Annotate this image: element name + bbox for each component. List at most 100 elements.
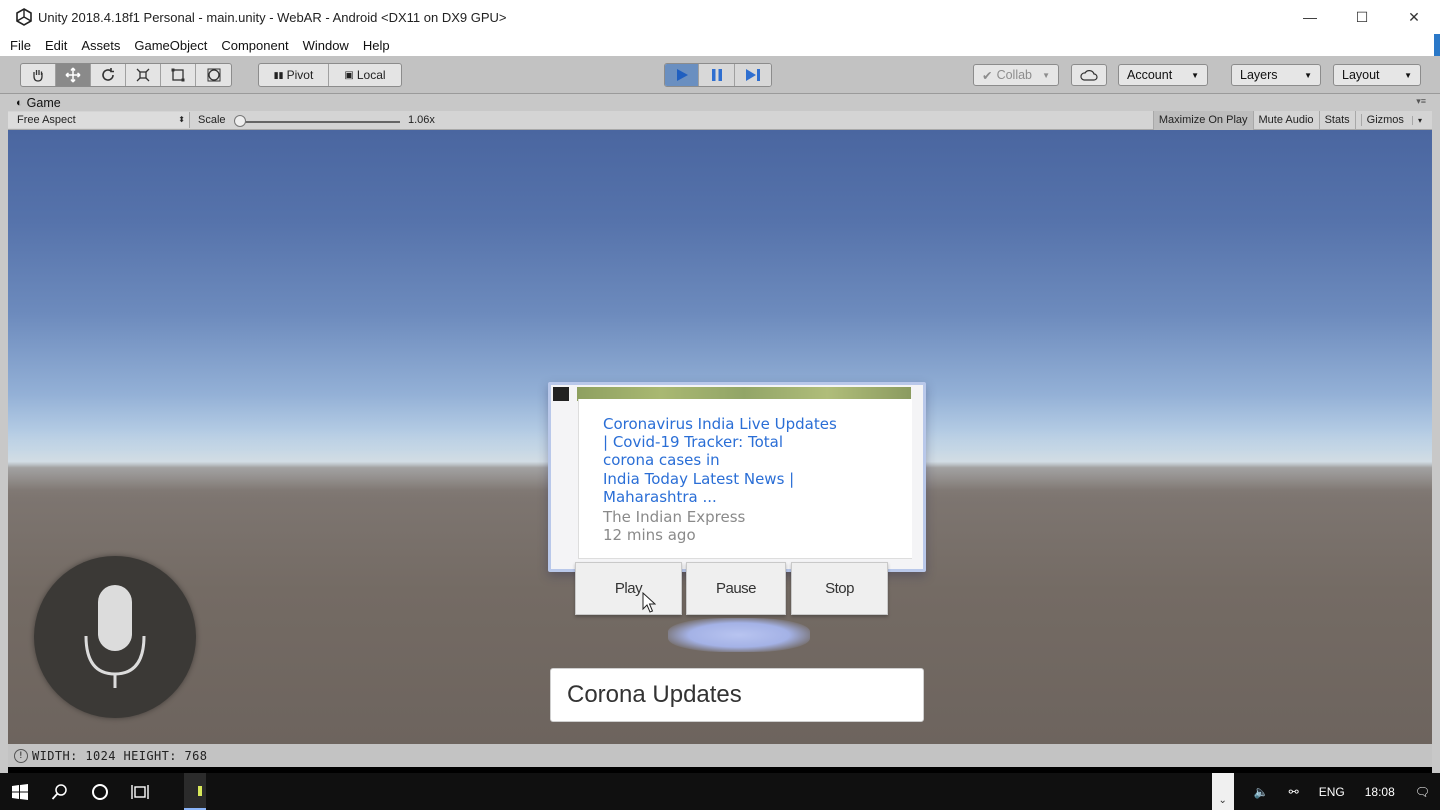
headline-line: | Covid-19 Tracker: Total (603, 433, 784, 452)
play-icon (676, 69, 688, 81)
pivot-toggle[interactable]: ▮▮ Pivot (259, 64, 329, 86)
toolbar: ▮▮ Pivot ▣ Local ✔ Collab ▼ Account ▼ Layers ▼… (0, 56, 1440, 94)
aspect-dropdown[interactable]: Free Aspect ⬍ (8, 112, 190, 128)
game-viewport[interactable]: Coronavirus India Live Updates | Covid-1… (8, 130, 1432, 744)
window-frame-left (0, 94, 8, 774)
search-icon[interactable] (40, 773, 80, 810)
status-bar: ! WIDTH: 1024 HEIGHT: 768 (8, 744, 1432, 767)
game-view-icon: ◐ (16, 96, 23, 109)
menu-assets[interactable]: Assets (79, 38, 122, 53)
info-icon: ! (14, 748, 28, 763)
gizmos-dropdown[interactable]: Gizmos ▾ (1354, 111, 1432, 130)
move-tool-icon[interactable] (56, 64, 91, 86)
account-dropdown[interactable]: Account ▼ (1118, 64, 1208, 86)
menu-bar: File Edit Assets GameObject Component Wi… (0, 34, 1440, 56)
tray-overflow-icon[interactable]: ⌄ (1211, 773, 1234, 810)
headline-line: Coronavirus India Live Updates (603, 415, 837, 433)
play-button[interactable] (665, 64, 699, 86)
topic-label: Corona Updates (550, 668, 924, 722)
cube-icon: ▣ (344, 69, 354, 81)
window-title: Unity 2018.4.18f1 Personal - main.unity … (38, 9, 507, 25)
app-icon (198, 786, 202, 796)
cortana-icon[interactable] (80, 773, 120, 810)
headline-line: India Today Latest News | (603, 469, 795, 488)
window-frame-right (1432, 94, 1440, 774)
windows-start-icon[interactable] (0, 773, 40, 810)
maximize-button[interactable]: ☐ (1336, 0, 1388, 34)
chevron-updown-icon: ⬍ (178, 115, 185, 124)
local-label: Local (356, 68, 386, 82)
chevron-down-icon: ▼ (1304, 70, 1312, 80)
menu-edit[interactable]: Edit (43, 38, 69, 53)
maximize-on-play-toggle[interactable]: Maximize On Play (1152, 111, 1253, 130)
system-tray: ⌄ 🔈 ⚯ ENG 18:08 🗨 (1211, 773, 1440, 810)
scale-tool-icon[interactable] (126, 64, 161, 86)
headline-line: corona cases in (603, 451, 720, 470)
cloud-icon (1080, 70, 1098, 81)
language-indicator[interactable]: ENG (1319, 785, 1345, 799)
layers-dropdown[interactable]: Layers ▼ (1231, 64, 1321, 86)
collab-dropdown[interactable]: ✔ Collab ▼ (973, 64, 1059, 86)
rect-tool-icon[interactable] (161, 64, 196, 86)
scale-slider-track[interactable] (240, 121, 400, 123)
local-toggle[interactable]: ▣ Local (329, 64, 401, 86)
taskbar-unity-app[interactable] (184, 773, 206, 810)
menu-help[interactable]: Help (361, 38, 392, 53)
pivot-icon: ▮▮ (273, 69, 284, 80)
layout-dropdown[interactable]: Layout ▼ (1333, 64, 1421, 86)
pause-button[interactable] (699, 64, 735, 86)
pivot-local-group: ▮▮ Pivot ▣ Local (258, 63, 402, 87)
clock[interactable]: 18:08 (1365, 785, 1395, 799)
network-icon[interactable]: ⚯ (1289, 785, 1299, 799)
game-tab[interactable]: ◐ Game ▾≡ (8, 94, 1432, 111)
microphone-icon (84, 585, 146, 688)
mouse-cursor-icon (642, 592, 656, 613)
news-panel: Coronavirus India Live Updates | Covid-1… (548, 382, 926, 572)
layers-label: Layers (1240, 68, 1278, 82)
resolution-text: WIDTH: 1024 HEIGHT: 768 (32, 748, 208, 763)
microphone-button[interactable] (34, 556, 196, 718)
step-icon (746, 69, 760, 81)
layout-label: Layout (1342, 68, 1380, 82)
notifications-icon[interactable]: 🗨 (1415, 785, 1430, 799)
chevron-down-icon: ▾ (1411, 116, 1427, 125)
scale-label: Scale (198, 114, 226, 126)
collab-label: Collab (996, 68, 1032, 82)
playback-controls (664, 63, 772, 87)
stop-media-button[interactable]: Stop (791, 562, 888, 615)
cloud-button[interactable] (1071, 64, 1107, 86)
ar-pedestal (668, 618, 810, 652)
news-headline[interactable]: Coronavirus India Live Updates | Covid-1… (603, 415, 893, 506)
check-icon: ✔ (982, 68, 993, 83)
transform-tool-icon[interactable] (196, 64, 231, 86)
scale-slider-handle[interactable] (234, 115, 246, 127)
volume-icon[interactable]: 🔈 (1254, 785, 1269, 799)
chevron-down-icon: ▼ (1042, 70, 1050, 80)
close-button[interactable]: ✕ (1388, 0, 1440, 34)
mute-audio-toggle[interactable]: Mute Audio (1252, 111, 1319, 130)
chevron-down-icon: ▼ (1191, 70, 1199, 80)
aspect-label: Free Aspect (17, 114, 76, 126)
pivot-label: Pivot (286, 68, 314, 82)
game-tab-label: Game (26, 95, 61, 110)
play-media-button[interactable]: Play (575, 562, 682, 615)
hand-tool-icon[interactable] (21, 64, 56, 86)
stats-toggle[interactable]: Stats (1318, 111, 1355, 130)
unity-logo-icon (14, 7, 34, 27)
menu-file[interactable]: File (8, 38, 33, 53)
pause-media-button[interactable]: Pause (686, 562, 786, 615)
minimize-button[interactable]: — (1284, 0, 1336, 34)
menu-component[interactable]: Component (219, 38, 290, 53)
gizmos-label: Gizmos (1360, 114, 1409, 126)
window-titlebar: Unity 2018.4.18f1 Personal - main.unity … (0, 0, 1440, 34)
news-time: 12 mins ago (603, 526, 696, 544)
menu-window[interactable]: Window (301, 38, 351, 53)
step-button[interactable] (735, 64, 771, 86)
transform-tools (20, 63, 232, 87)
rotate-tool-icon[interactable] (91, 64, 126, 86)
pause-icon (711, 69, 722, 81)
menu-gameobject[interactable]: GameObject (132, 38, 209, 53)
tab-menu-icon[interactable]: ▾≡ (1416, 96, 1426, 107)
news-source: The Indian Express (603, 508, 746, 526)
task-view-icon[interactable] (120, 773, 160, 810)
